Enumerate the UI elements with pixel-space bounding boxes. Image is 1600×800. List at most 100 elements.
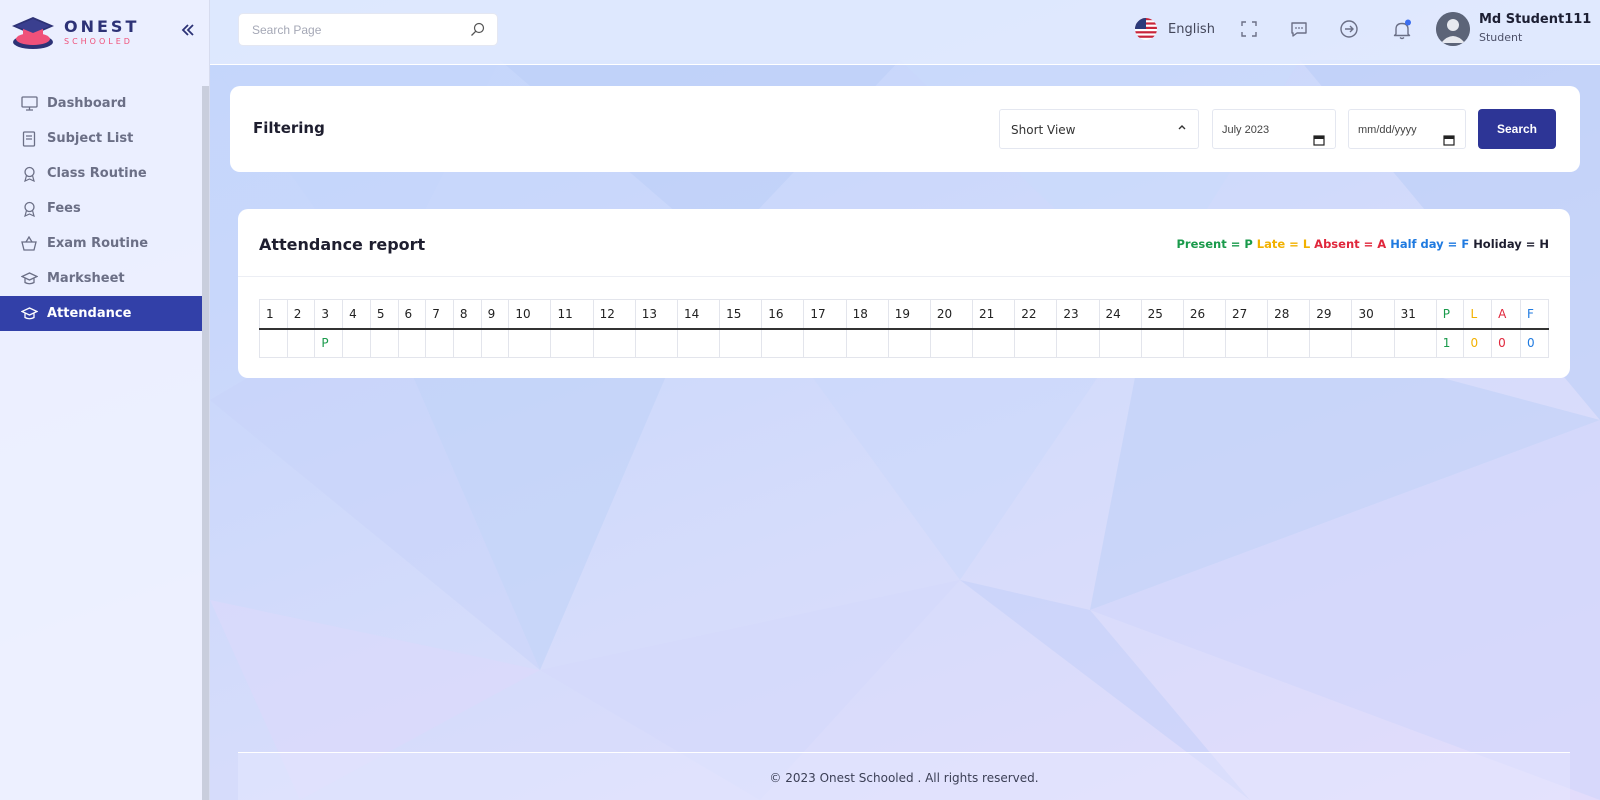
sidebar-item-label: Exam Routine (47, 236, 149, 251)
sidebar-item-label: Attendance (47, 306, 132, 321)
day-mark-19 (887, 328, 931, 358)
topbar: English Md Student111 Student (210, 0, 1600, 65)
table-row: P1000 (259, 328, 1550, 358)
language-selector[interactable]: English (1134, 17, 1215, 41)
day-mark-21 (972, 328, 1016, 358)
day-header-23: 23 (1056, 299, 1100, 330)
summary-value-f: 0 (1519, 328, 1550, 358)
date-input[interactable]: mm/dd/yyyy (1348, 109, 1466, 149)
search-button[interactable]: Search (1478, 109, 1556, 149)
day-header-20: 20 (929, 299, 974, 330)
month-input-value: July 2023 (1222, 124, 1270, 136)
day-mark-7 (425, 328, 454, 358)
view-select[interactable]: Short View (999, 109, 1199, 149)
calendar-icon[interactable] (1443, 123, 1455, 163)
sidebar-item-dashboard[interactable]: Dashboard (0, 86, 202, 121)
day-header-26: 26 (1182, 299, 1226, 330)
day-header-17: 17 (803, 299, 847, 330)
search-icon[interactable] (470, 22, 485, 41)
summary-header-p: P (1435, 299, 1465, 330)
chevron-up-icon (1177, 110, 1187, 150)
legend-holiday: Holiday = H (1473, 237, 1549, 251)
day-header-14: 14 (676, 299, 721, 330)
attendance-report-header: Attendance report Present = P Late = L A… (238, 209, 1570, 277)
day-header-27: 27 (1224, 299, 1269, 330)
day-header-31: 31 (1393, 299, 1437, 330)
sidebar-item-marksheet[interactable]: Marksheet (0, 261, 202, 296)
legend-present: Present = P (1176, 237, 1253, 251)
day-header-30: 30 (1351, 299, 1395, 330)
collapse-sidebar-button[interactable] (180, 22, 200, 42)
bell-icon[interactable] (1391, 19, 1413, 41)
attendance-table: 1 2 3 4 5 6 7 8 9 10 11 12 13 14 15 16 17 18 19 20 21 22 23 24 2… (259, 299, 1550, 358)
logout-icon[interactable] (1339, 19, 1361, 41)
day-mark-1 (259, 328, 288, 358)
day-header-3: 3 (314, 299, 344, 330)
day-header-1: 1 (259, 299, 288, 330)
footer-divider (238, 752, 1570, 753)
filter-card: Filtering Short View July 2023 mm/dd/yyy… (230, 86, 1580, 172)
day-header-10: 10 (508, 299, 552, 330)
sidebar-item-attendance[interactable]: Attendance (0, 296, 202, 331)
day-header-19: 19 (887, 299, 931, 330)
day-header-2: 2 (286, 299, 316, 330)
date-input-placeholder: mm/dd/yyyy (1358, 124, 1417, 136)
legend-late: Late = L (1256, 237, 1311, 251)
day-mark-13 (634, 328, 678, 358)
fullscreen-icon[interactable] (1239, 19, 1261, 41)
day-mark-27 (1224, 328, 1269, 358)
day-mark-31 (1393, 328, 1437, 358)
day-header-28: 28 (1267, 299, 1311, 330)
sidebar-item-label: Class Routine (47, 166, 147, 181)
search-input[interactable] (239, 14, 459, 45)
day-header-22: 22 (1014, 299, 1058, 330)
sidebar-item-fees[interactable]: Fees (0, 191, 202, 226)
sidebar-item-label: Fees (47, 201, 81, 216)
attendance-report-title: Attendance report (259, 235, 426, 254)
day-header-7: 7 (425, 299, 454, 330)
sidebar-item-label: Marksheet (47, 271, 125, 286)
sidebar-item-class-routine[interactable]: Class Routine (0, 156, 202, 191)
view-select-value: Short View (1011, 123, 1076, 137)
day-header-12: 12 (592, 299, 636, 330)
sidebar-item-label: Subject List (47, 131, 134, 146)
brand-subname: SCHOOLED (64, 37, 133, 46)
summary-value-l: 0 (1463, 328, 1493, 358)
day-mark-30 (1351, 328, 1395, 358)
chat-icon[interactable] (1289, 19, 1311, 41)
sidebar-scrollbar[interactable] (202, 86, 209, 800)
user-profile-menu[interactable]: Md Student111 Student (1436, 12, 1591, 46)
brand-name: ONEST (64, 17, 140, 36)
attendance-legend: Present = P Late = L Absent = A Half day… (1176, 237, 1549, 251)
day-header-29: 29 (1309, 299, 1353, 330)
sidebar: ONEST SCHOOLED Dashboard Subject List Cl… (0, 0, 210, 800)
day-mark-17 (803, 328, 847, 358)
attendance-header-row: 1 2 3 4 5 6 7 8 9 10 11 12 13 14 15 16 17 18 19 20 21 22 23 24 2… (259, 299, 1550, 330)
graduation-cap-logo-icon (12, 17, 54, 49)
book-icon (20, 130, 38, 148)
sidebar-nav: Dashboard Subject List Class Routine Fee… (0, 86, 202, 331)
sidebar-item-exam-routine[interactable]: Exam Routine (0, 226, 202, 261)
calendar-icon[interactable] (1313, 123, 1325, 163)
day-mark-10 (508, 328, 552, 358)
sidebar-item-subject-list[interactable]: Subject List (0, 121, 202, 156)
month-input[interactable]: July 2023 (1212, 109, 1336, 149)
user-name: Md Student111 (1479, 12, 1592, 27)
graduation-cap-icon (20, 305, 38, 323)
day-mark-8 (452, 328, 482, 358)
brand-logo[interactable]: ONEST SCHOOLED (10, 13, 160, 53)
award-icon (20, 165, 38, 183)
day-header-11: 11 (550, 299, 594, 330)
summary-value-a: 0 (1491, 328, 1521, 358)
day-mark-14 (676, 328, 721, 358)
day-mark-26 (1182, 328, 1226, 358)
day-header-16: 16 (761, 299, 805, 330)
us-flag-icon (1135, 18, 1157, 40)
legend-half-day: Half day = F (1390, 237, 1470, 251)
day-mark-12 (592, 328, 636, 358)
day-header-6: 6 (397, 299, 427, 330)
award-icon (20, 200, 38, 218)
day-mark-22 (1014, 328, 1058, 358)
day-header-4: 4 (342, 299, 371, 330)
day-header-8: 8 (452, 299, 482, 330)
